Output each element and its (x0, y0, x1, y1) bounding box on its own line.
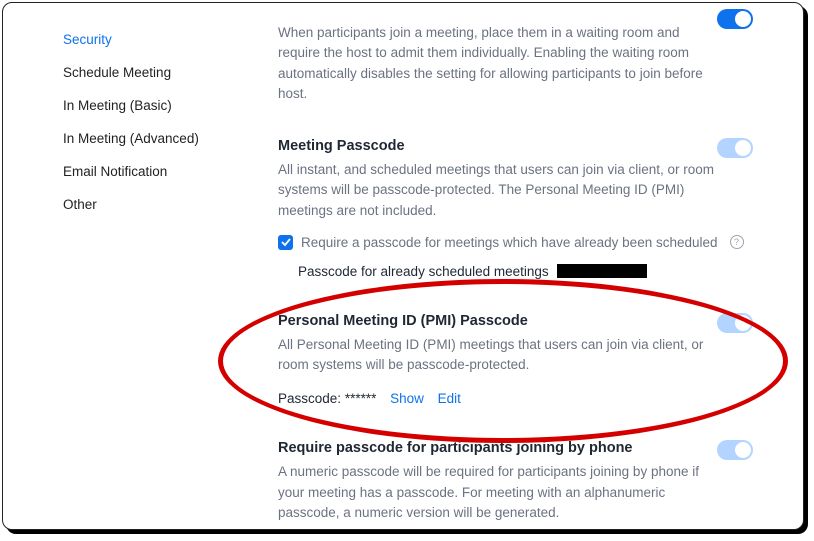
setting-meeting-passcode: Meeting Passcode All instant, and schedu… (278, 138, 753, 279)
sidebar-item-email-notification[interactable]: Email Notification (63, 155, 203, 188)
setting-title: Personal Meeting ID (PMI) Passcode (278, 313, 753, 329)
toggle-pmi-passcode[interactable] (717, 313, 753, 333)
setting-desc: When participants join a meeting, place … (278, 23, 718, 104)
sidebar-item-security[interactable]: Security (63, 23, 203, 56)
scheduled-passcode-label: Passcode for already scheduled meetings (298, 264, 549, 279)
passcode-value: ****** (345, 391, 377, 406)
require-passcode-label: Require a passcode for meetings which ha… (301, 235, 718, 250)
setting-title: Meeting Passcode (278, 138, 753, 154)
setting-phone-passcode: Require passcode for participants joinin… (278, 440, 753, 523)
sidebar-item-in-meeting-basic[interactable]: In Meeting (Basic) (63, 89, 203, 122)
sidebar-item-in-meeting-advanced[interactable]: In Meeting (Advanced) (63, 122, 203, 155)
setting-desc: All instant, and scheduled meetings that… (278, 160, 718, 221)
check-icon (281, 237, 291, 247)
scheduled-passcode-row: Passcode for already scheduled meetings (298, 264, 753, 279)
sidebar-item-other[interactable]: Other (63, 188, 203, 221)
setting-title: Require passcode for participants joinin… (278, 440, 753, 456)
setting-desc: A numeric passcode will be required for … (278, 462, 718, 523)
show-link[interactable]: Show (390, 391, 424, 406)
toggle-waiting-room[interactable] (717, 9, 753, 29)
passcode-label: Passcode: (278, 391, 341, 406)
pmi-passcode-line: Passcode: ****** Show Edit (278, 391, 753, 406)
redacted-passcode (557, 264, 647, 278)
help-icon[interactable]: ? (730, 235, 744, 249)
sidebar-item-schedule-meeting[interactable]: Schedule Meeting (63, 56, 203, 89)
setting-desc: All Personal Meeting ID (PMI) meetings t… (278, 335, 718, 376)
settings-sidebar: Security Schedule Meeting In Meeting (Ba… (3, 23, 203, 530)
toggle-phone-passcode[interactable] (717, 440, 753, 460)
settings-main: When participants join a meeting, place … (203, 23, 803, 530)
setting-pmi-passcode: Personal Meeting ID (PMI) Passcode All P… (278, 313, 753, 407)
edit-link[interactable]: Edit (438, 391, 461, 406)
toggle-meeting-passcode[interactable] (717, 138, 753, 158)
checkbox-require-passcode[interactable] (278, 235, 293, 250)
require-passcode-row: Require a passcode for meetings which ha… (278, 235, 753, 250)
setting-waiting-room: When participants join a meeting, place … (278, 23, 753, 104)
